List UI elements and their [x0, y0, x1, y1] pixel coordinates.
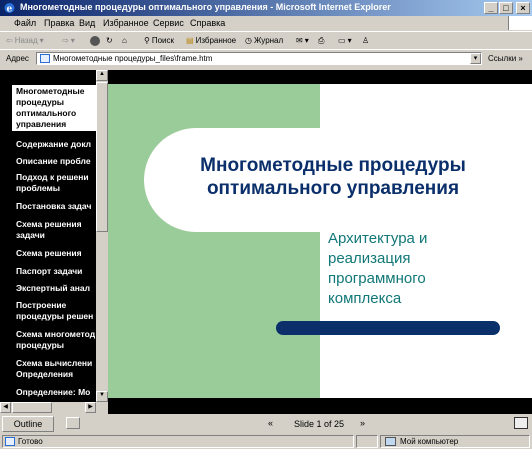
search-button[interactable]: ⚲ Поиск — [144, 36, 174, 45]
fullscreen-icon[interactable] — [514, 417, 528, 429]
history-button[interactable]: ◷ Журнал — [245, 36, 283, 45]
menu-file[interactable]: Файл — [14, 18, 36, 28]
chevron-down-icon: ▾ — [347, 36, 352, 45]
favorites-button[interactable]: ▤ Избранное — [186, 36, 236, 45]
chevron-down-icon: ▾ — [70, 36, 75, 45]
forward-arrow-icon: ⇨ — [62, 36, 69, 45]
windows-logo-icon — [508, 16, 532, 30]
outline-vertical-scrollbar[interactable]: ▲ ▼ — [96, 70, 108, 402]
page-icon — [40, 54, 50, 63]
outline-item[interactable]: Схема решения задачи — [16, 219, 88, 241]
computer-icon — [385, 437, 396, 446]
outline-item[interactable]: Построение процедуры решен — [16, 300, 96, 322]
search-icon: ⚲ — [144, 36, 150, 45]
svg-text:e: e — [7, 5, 13, 15]
next-slide-icon[interactable]: » — [360, 418, 365, 428]
address-input[interactable]: Многометодные процедуры_files\frame.htm … — [36, 52, 482, 65]
outline-item[interactable]: Описание пробле — [16, 156, 96, 167]
menu-help[interactable]: Справка — [190, 18, 225, 28]
outline-item[interactable]: Схема решения — [16, 248, 96, 259]
outline-item[interactable]: Многометодные процедуры оптимального упр… — [16, 86, 94, 130]
status-main-field: Готово — [2, 435, 354, 448]
menu-edit[interactable]: Правка — [44, 18, 74, 28]
maximize-button[interactable]: □ — [499, 2, 513, 14]
scroll-thumb[interactable] — [96, 82, 108, 232]
scroll-up-button[interactable]: ▲ — [96, 70, 108, 81]
window-title: Многометодные процедуры оптимального упр… — [20, 2, 391, 12]
outline-item[interactable]: Подход к решени проблемы — [16, 172, 94, 194]
slide-navigation-bar: Outline « Slide 1 of 25 » — [0, 414, 532, 434]
status-bar: Готово Мой компьютер — [0, 434, 532, 449]
status-zone-field: Мой компьютер — [380, 435, 530, 448]
chevron-down-icon: ▾ — [39, 36, 44, 45]
notes-icon[interactable] — [66, 417, 80, 429]
home-icon: ⌂ — [122, 36, 127, 45]
scroll-thumb[interactable] — [12, 402, 52, 413]
back-arrow-icon: ⇦ — [6, 36, 13, 45]
stop-icon — [90, 36, 100, 46]
outline-pane: Многометодные процедуры оптимального упр… — [0, 70, 96, 402]
print-button[interactable]: ⎙ — [318, 36, 324, 46]
outline-item[interactable]: Экспертный анал — [16, 283, 96, 294]
address-value: Многометодные процедуры_files\frame.htm — [53, 54, 213, 63]
slide-pane: Многометодные процедуры оптимального упр… — [108, 70, 532, 414]
slide-accent-bar — [276, 321, 500, 335]
page-icon — [5, 437, 15, 446]
stop-button[interactable] — [90, 36, 100, 46]
menu-tools[interactable]: Сервис — [153, 18, 184, 28]
scroll-right-button[interactable]: ▶ — [85, 402, 96, 413]
print-icon: ⎙ — [318, 36, 325, 45]
scroll-down-button[interactable]: ▼ — [96, 391, 108, 402]
outline-item[interactable]: Схема вычислени Определения — [16, 358, 96, 380]
ie-logo-icon: e — [4, 3, 15, 15]
menu-favorites[interactable]: Избранное — [103, 18, 149, 28]
edit-button[interactable]: ▭ ▾ — [338, 36, 352, 45]
edit-icon: ▭ — [338, 36, 346, 45]
favorites-icon: ▤ — [186, 36, 194, 45]
slide-title: Многометодные процедуры оптимального упр… — [200, 155, 466, 199]
chevron-down-icon: ▾ — [304, 36, 309, 45]
slide-subtitle: Архитектура и реализация программного ко… — [328, 230, 428, 307]
refresh-icon: ↻ — [106, 36, 113, 45]
mail-button[interactable]: ✉ ▾ — [296, 36, 309, 45]
outline-horizontal-scrollbar[interactable]: ◀ ▶ — [0, 402, 108, 413]
close-button[interactable]: × — [516, 2, 530, 14]
history-icon: ◷ — [245, 36, 252, 45]
messenger-button[interactable]: ♙ — [362, 36, 369, 45]
slide-counter: Slide 1 of 25 — [294, 419, 345, 429]
mail-icon: ✉ — [296, 36, 303, 45]
messenger-icon: ♙ — [362, 36, 370, 45]
scroll-left-button[interactable]: ◀ — [0, 402, 11, 413]
outline-button[interactable]: Outline — [2, 416, 54, 432]
status-field — [356, 435, 378, 448]
outline-item[interactable]: Паспорт задачи — [16, 266, 96, 277]
outline-item[interactable]: Определение: Мо — [16, 387, 96, 398]
address-bar: Адрес Многометодные процедуры_files\fram… — [0, 49, 532, 66]
outline-item[interactable]: Содержание докл — [16, 139, 96, 150]
status-text: Готово — [18, 437, 43, 446]
menu-bar: Файл Правка Вид Избранное Сервис Справка — [0, 16, 532, 30]
links-button[interactable]: Ссылки » — [488, 54, 523, 63]
status-zone: Мой компьютер — [400, 437, 459, 446]
address-label: Адрес — [6, 54, 29, 63]
refresh-button[interactable]: ↻ — [106, 36, 113, 45]
slide: Многометодные процедуры оптимального упр… — [108, 84, 532, 398]
menu-view[interactable]: Вид — [79, 18, 95, 28]
forward-button[interactable]: ⇨ ▾ — [62, 36, 75, 45]
back-button[interactable]: ⇦ Назад ▾ — [6, 36, 44, 45]
home-button[interactable]: ⌂ — [122, 36, 127, 45]
address-dropdown-button[interactable]: ▾ — [470, 53, 481, 64]
title-bar: e Многометодные процедуры оптимального у… — [0, 0, 532, 16]
outline-item[interactable]: Схема многометод процедуры — [16, 329, 96, 351]
minimize-button[interactable]: _ — [484, 2, 498, 14]
previous-slide-icon[interactable]: « — [268, 418, 273, 428]
outline-item[interactable]: Постановка задач — [16, 201, 96, 212]
toolbar: ⇦ Назад ▾ ⇨ ▾ ↻ ⌂ ⚲ Поиск ▤ Избранное ◷ Журнал… — [0, 31, 532, 49]
